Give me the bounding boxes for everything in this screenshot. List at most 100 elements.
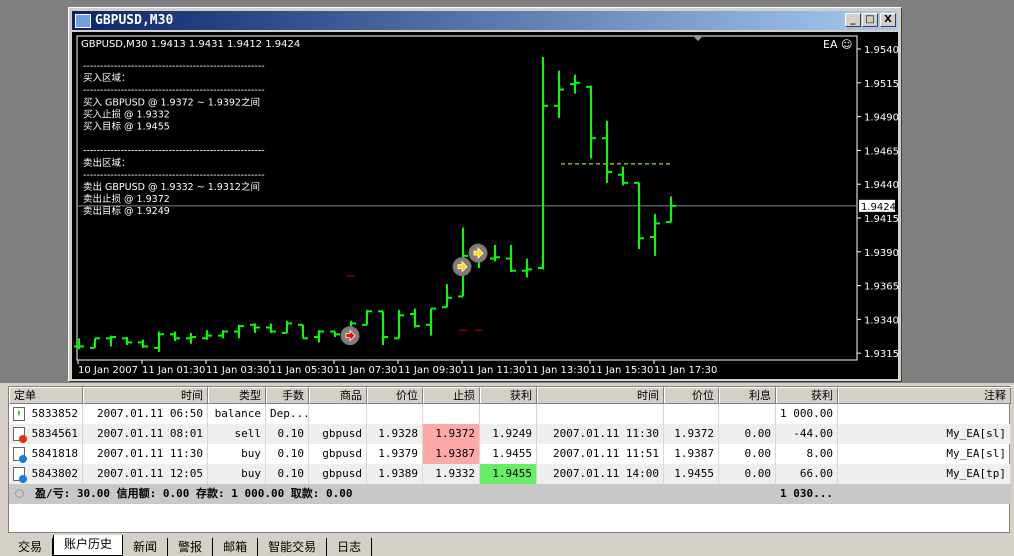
ea-comment-line: 买入 GBPUSD @ 1.9372 ~ 1.9392之间 [83,96,260,108]
cell-stop-loss: 1.9332 [423,464,480,484]
x-tick-label: 11 Jan 13:30 [526,365,589,376]
x-tick-label: 11 Jan 01:30 [142,365,205,376]
window-title: GBPUSD,M30 [95,13,174,28]
cell-profit: -44.00 [776,424,838,444]
chart-canvas[interactable]: GBPUSD,M30 1.9413 1.9431 1.9412 1.9424 EA… [72,32,898,379]
tab-news[interactable]: 新闻 [123,538,169,556]
y-tick-label: 1.9390 [864,248,898,259]
cell-close-price: 1.9372 [664,424,719,444]
cell-symbol: gbpusd [309,444,367,464]
x-tick-label: 11 Jan 17:30 [654,365,717,376]
cell-open-price: 1.9328 [367,424,423,444]
cell-open-time: 2007.01.11 06:50 [83,404,208,424]
cell-stop-loss: 1.9372 [423,424,480,444]
tab-alerts[interactable]: 警报 [168,538,214,556]
column-header-open-price[interactable]: 价位 [367,387,423,404]
cell-take-profit: 1.9455 [480,444,537,464]
cell-open-price [367,404,423,424]
column-header-profit[interactable]: 获利 [776,387,838,404]
cell-close-price: 1.9387 [664,444,719,464]
cell-symbol: gbpusd [309,464,367,484]
cell-comment: My_EA[sl] [838,424,1011,444]
ea-comment-line: 卖出目标 @ 1.9249 [83,205,170,217]
cell-lots: 0.10 [266,464,309,484]
ea-comment-line: 卖出区域： [83,157,131,169]
x-tick-label: 11 Jan 09:30 [398,365,461,376]
column-header-close-price[interactable]: 价位 [664,387,719,404]
tab-journal[interactable]: 日志 [327,538,373,556]
cell-open-price: 1.9379 [367,444,423,464]
cell-type: buy [208,444,266,464]
table-row[interactable]: 5841818 2007.01.11 11:30 buy 0.10 gbpusd 1.93… [9,444,1011,464]
table-row[interactable]: 5843802 2007.01.11 12:05 buy 0.10 gbpusd 1.93… [9,464,1011,484]
y-tick-label: 1.9415 [864,214,898,225]
order-type-dot-icon [19,475,27,483]
ea-comment-line: 卖出 GBPUSD @ 1.9332 ~ 1.9312之间 [83,181,260,193]
cell-comment: My_EA[tp] [838,464,1011,484]
column-header-lots[interactable]: 手数 [266,387,309,404]
cell-close-time: 2007.01.11 14:00 [537,464,664,484]
x-tick-label: 11 Jan 07:30 [334,365,397,376]
ea-status-label: EA ☺ [823,38,852,51]
column-header-order[interactable]: 定单 [9,387,83,404]
y-tick-label: 1.9490 [864,113,898,124]
chart-window-icon [75,13,91,28]
terminal-panel: 定单 时间 类型 手数 商品 价位 止损 获利 时间 价位 利息 获利 注释 5833852 2007.01… [0,383,1014,556]
cell-type: sell [208,424,266,444]
table-header[interactable]: 定单 时间 类型 手数 商品 价位 止损 获利 时间 价位 利息 获利 注释 [9,387,1011,404]
cell-symbol [309,404,367,424]
ea-comment-line: ----------------------------------------… [83,170,265,181]
cell-swap: 0.00 [719,424,776,444]
column-header-swap[interactable]: 利息 [719,387,776,404]
y-tick-label: 1.9465 [864,146,898,157]
title-bar[interactable]: GBPUSD,M30 _ □ X [72,11,898,30]
maximize-button[interactable]: □ [862,13,878,27]
x-tick-label: 11 Jan 03:30 [206,365,269,376]
cell-profit: 1 000.00 [776,404,838,424]
y-tick-label: 1.9315 [864,349,898,360]
x-tick-label: 11 Jan 15:30 [590,365,653,376]
cell-open-time: 2007.01.11 12:05 [83,464,208,484]
table-row[interactable]: 5834561 2007.01.11 08:01 sell 0.10 gbpusd 1.9… [9,424,1011,444]
cell-swap: 0.00 [719,464,776,484]
cell-close-price: 1.9455 [664,464,719,484]
y-tick-label: 1.9440 [864,180,898,191]
column-header-symbol[interactable]: 商品 [309,387,367,404]
buy-order-icon [13,467,27,483]
x-tick-label: 10 Jan 2007 [78,365,138,376]
x-tick-label: 11 Jan 05:30 [270,365,333,376]
tab-experts[interactable]: 智能交易 [258,538,328,556]
summary-status-icon [15,489,24,498]
cell-close-time [537,404,664,424]
summary-row[interactable]: 盈/亏: 30.00 信用额: 0.00 存款: 1 000.00 取款: 0.… [9,484,1011,504]
column-header-open-time[interactable]: 时间 [83,387,208,404]
cell-close-time: 2007.01.11 11:51 [537,444,664,464]
price-chart[interactable]: GBPUSD,M30 1.9413 1.9431 1.9412 1.9424 EA… [72,32,898,379]
table-row[interactable]: 5833852 2007.01.11 06:50 balance Dep... 1 00… [9,404,1011,424]
y-tick-label: 1.9515 [864,79,898,90]
x-tick-label: 11 Jan 11:30 [462,365,525,376]
tab-mailbox[interactable]: 邮箱 [213,538,259,556]
minimize-button[interactable]: _ [845,13,861,27]
column-header-comment[interactable]: 注释 [838,387,1011,404]
summary-total-profit: 1 030... [780,487,833,500]
cell-swap [719,404,776,424]
ea-comment-line: 买入目标 @ 1.9455 [83,121,170,133]
column-header-type[interactable]: 类型 [208,387,266,404]
ea-comment-line: ----------------------------------------… [83,85,265,96]
column-header-close-time[interactable]: 时间 [537,387,664,404]
order-type-dot-icon [19,435,27,443]
ea-comment-line: ----------------------------------------… [83,61,265,72]
cell-profit: 8.00 [776,444,838,464]
column-header-stop-loss[interactable]: 止损 [423,387,480,404]
cell-lots: Dep... [266,404,309,424]
column-header-take-profit[interactable]: 获利 [480,387,537,404]
y-tick-label: 1.9540 [864,45,898,56]
tab-account-history[interactable]: 账户历史 [53,535,124,556]
ea-comment-line: 卖出止损 @ 1.9372 [83,193,170,205]
tab-trade[interactable]: 交易 [8,538,54,556]
sell-order-icon [13,427,27,443]
close-button[interactable]: X [880,13,896,27]
ea-comment-line: 买入区域： [83,72,131,84]
terminal-tabs: 交易 账户历史 新闻 警报 邮箱 智能交易 日志 [8,534,373,556]
